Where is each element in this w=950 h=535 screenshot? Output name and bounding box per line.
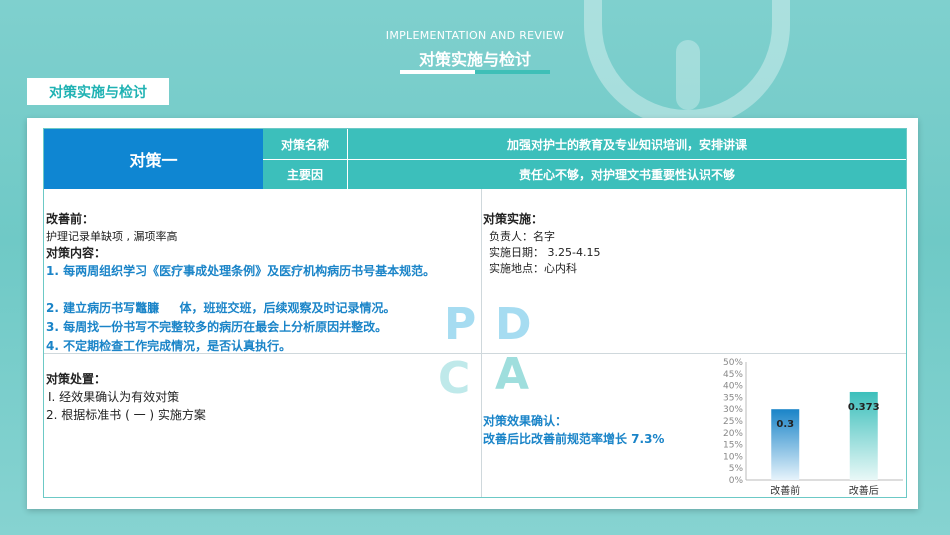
disposal-item: I. 经效果确认为有效对策 [48,390,180,404]
y-tick-label: 15% [723,441,743,451]
y-tick-label: 0% [729,476,744,486]
effect-text: 改善后比改善前规范率增长 7.3% [483,432,665,446]
y-tick-label: 30% [723,405,743,415]
content-item: 1. 每两周组织学习《医疗事成处理条例》及医疗机构病历书号基本规范。 [46,264,436,278]
implementation-date: 实施日期： 3.25-4.15 [489,246,601,259]
disposal-heading: 对策处置： [46,372,107,386]
effect-chart: 0% 5% 10% 15% 20% 25% 30% 35% 40% 45% 50% 0.3 改善前 0.3… [699,350,905,498]
bar-value-label: 0.3 [776,419,794,430]
row-label-measure-name: 对策名称 [263,129,347,159]
y-tick-label: 10% [723,452,743,462]
y-tick-label: 25% [723,417,743,427]
header-underline [400,70,550,74]
content-item: 2. 建立病历书写鼈臁 体，班班交班，后续观察及时记录情况。 [46,301,396,315]
effect-chart-svg: 0% 5% 10%15% 20% 25% 30% 35%40% 45% 50% 0.3 改善前 0.3… [723,358,903,497]
header-subtitle: IMPLEMENTATION AND REVIEW [385,29,565,42]
x-category-label: 改善前 [770,484,800,497]
section-tag: 对策实施与检讨 [27,78,169,105]
implementation-heading: 对策实施： [483,212,544,226]
measure-label: 对策一 [44,129,263,189]
before-text: 护理记录单缺项 , 漏项率高 [46,230,178,243]
y-tick-label: 40% [723,382,743,392]
content-item: 4. 不定期检查工作完成情况，是否认真执行。 [46,339,292,353]
bar-value-label: 0.373 [848,402,880,413]
y-tick-label: 35% [723,393,743,403]
implementation-owner: 负责人：名字 [489,230,555,243]
pdca-letter-p: P [444,299,477,350]
disposal-item: 2. 根据标准书 ( 一 ) 实施方案 [46,408,206,422]
content-heading: 对策内容： [46,246,107,260]
row-value-measure-name: 加强对护士的教育及专业知识培训，安排讲课 [348,129,906,159]
effect-heading: 对策效果确认： [483,414,568,428]
y-tick-label: 50% [723,358,743,368]
content-item: 3. 每周找一份书写不完整较多的病历在最会上分析原因并整改。 [46,320,388,334]
row-value-main-cause: 责任心不够，对护理文书重要性认识不够 [348,160,906,189]
y-tick-label: 20% [723,429,743,439]
x-category-label: 改善后 [849,484,879,497]
pdca-letter-a: A [495,349,530,400]
content-card: 对策一 对策名称 加强对护士的教育及专业知识培训，安排讲课 主要因 责任心不够，… [27,118,918,509]
header-title: 对策实施与检讨 [418,50,531,69]
implementation-location: 实施地点：心内科 [489,262,577,275]
row-label-main-cause: 主要因 [263,160,347,189]
y-tick-label: 45% [723,370,743,380]
grid-divider-vertical [481,189,482,497]
before-heading: 改善前： [46,212,95,226]
pdca-letter-c: C [438,353,471,404]
y-tick-label: 5% [729,464,744,474]
pdca-letter-d: D [495,299,532,350]
